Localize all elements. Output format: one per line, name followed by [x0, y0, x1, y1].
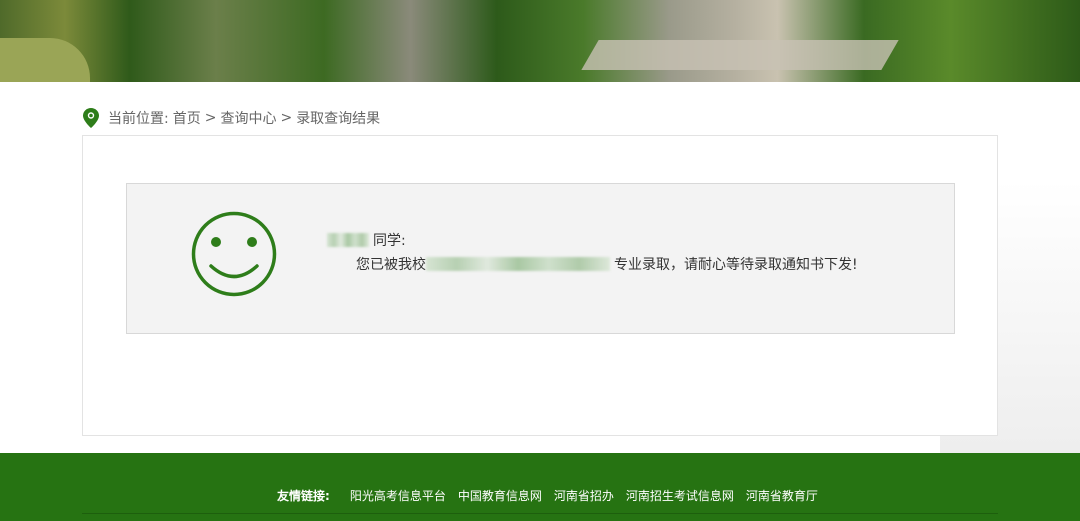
breadcrumb-home[interactable]: 首页: [173, 108, 201, 128]
breadcrumb-separator: >: [204, 110, 217, 126]
admission-suffix: 专业录取，请耐心等待录取通知书下发!: [614, 257, 858, 273]
result-message-box: 同学: 您已被我校 专业录取，请耐心等待录取通知书下发!: [126, 183, 955, 334]
footer-divider: [82, 513, 998, 514]
admission-prefix: 您已被我校: [356, 257, 426, 273]
link-sunshine-gaokao[interactable]: 阳光高考信息平台: [350, 487, 446, 504]
greeting: 同学:: [373, 233, 406, 249]
breadcrumb: 当前位置: 首页 > 查询中心 > 录取查询结果: [83, 108, 384, 128]
link-china-education[interactable]: 中国教育信息网: [458, 487, 542, 504]
location-pin-icon: [83, 108, 99, 128]
major-redacted: [426, 257, 610, 271]
student-name-redacted: [327, 233, 369, 247]
smiley-icon: [191, 211, 277, 297]
breadcrumb-separator: >: [280, 110, 293, 126]
footer: 友情链接: 阳光高考信息平台 中国教育信息网 河南省招办 河南招生考试信息网 河…: [0, 453, 1080, 521]
campus-banner: [0, 0, 1080, 82]
link-henan-exam-info[interactable]: 河南招生考试信息网: [626, 487, 734, 504]
breadcrumb-label: 当前位置:: [108, 111, 169, 127]
breadcrumb-query-center[interactable]: 查询中心: [220, 108, 276, 128]
link-henan-education-dept[interactable]: 河南省教育厅: [746, 487, 818, 504]
friend-links: 友情链接: 阳光高考信息平台 中国教育信息网 河南省招办 河南招生考试信息网 河…: [277, 487, 830, 504]
link-henan-admissions-office[interactable]: 河南省招办: [554, 487, 614, 504]
friend-links-label: 友情链接:: [277, 489, 330, 503]
breadcrumb-current: 录取查询结果: [296, 111, 381, 127]
